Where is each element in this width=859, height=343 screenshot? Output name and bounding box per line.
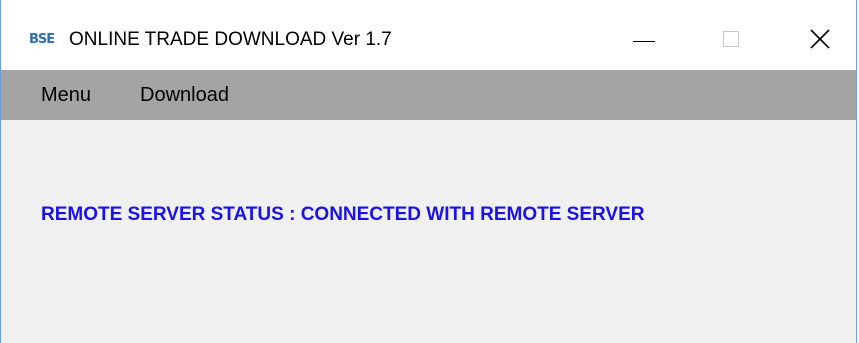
maximize-icon — [723, 31, 739, 47]
menu-bar: Menu Download — [1, 70, 856, 120]
window-title: ONLINE TRADE DOWNLOAD Ver 1.7 — [69, 29, 392, 50]
app-window: BSE ONLINE TRADE DOWNLOAD Ver 1.7 Menu D… — [0, 0, 857, 343]
close-button[interactable] — [791, 18, 855, 62]
menu-item-menu[interactable]: Menu — [41, 82, 91, 108]
title-bar[interactable]: BSE ONLINE TRADE DOWNLOAD Ver 1.7 — [1, 0, 856, 70]
minimize-button[interactable] — [611, 18, 675, 62]
minimize-icon — [633, 41, 655, 42]
menu-item-download[interactable]: Download — [140, 82, 229, 108]
maximize-button[interactable] — [701, 18, 765, 62]
bse-logo-icon: BSE — [29, 32, 55, 47]
remote-server-status: REMOTE SERVER STATUS : CONNECTED WITH RE… — [41, 204, 645, 225]
close-icon — [810, 29, 830, 49]
